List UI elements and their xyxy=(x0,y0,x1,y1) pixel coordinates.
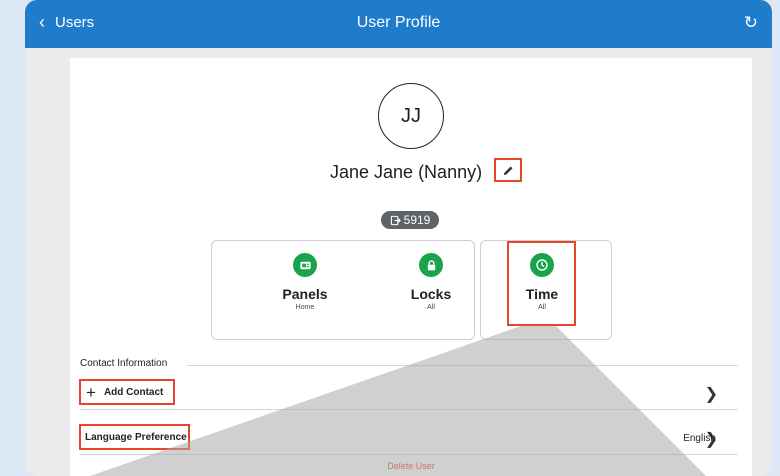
login-icon xyxy=(390,215,401,225)
tile-sublabel: Home xyxy=(295,304,315,311)
tile-panels[interactable]: Panels Home xyxy=(255,253,355,311)
lock-icon xyxy=(419,253,443,277)
avatar-initials: JJ xyxy=(401,104,421,127)
pin-badge: 5919 xyxy=(381,211,439,229)
time-tile-highlight xyxy=(507,241,576,326)
chevron-right-icon: ❯ xyxy=(704,386,718,403)
language-preference-label-box: Language Preference xyxy=(79,424,190,450)
tile-label: Panels xyxy=(282,286,328,302)
user-name: Jane Jane (Nanny) xyxy=(330,162,483,182)
plus-icon: + xyxy=(86,382,96,402)
badge-value: 5919 xyxy=(403,213,431,227)
refresh-icon[interactable]: ↻ xyxy=(744,13,758,33)
tile-locks[interactable]: Locks All xyxy=(381,253,481,311)
profile-card: JJ Jane Jane (Nanny) 5919 Panels Home Lo… xyxy=(70,58,752,476)
tile-sublabel: All xyxy=(427,304,435,311)
app-window: ‹ Users User Profile ↻ JJ Jane Jane (Nan… xyxy=(25,0,772,476)
navbar: ‹ Users User Profile ↻ xyxy=(25,0,772,48)
divider xyxy=(80,409,738,410)
pencil-icon xyxy=(503,165,513,175)
add-contact-row[interactable]: ❯ xyxy=(80,378,738,408)
add-contact-label: Add Contact xyxy=(103,386,164,398)
tile-label: Locks xyxy=(410,286,452,302)
section-title: Contact Information xyxy=(80,358,168,369)
delete-user-button[interactable]: Delete User xyxy=(70,461,752,471)
panel-icon xyxy=(293,253,317,277)
avatar: JJ xyxy=(378,83,444,149)
language-value: English xyxy=(683,433,716,444)
divider xyxy=(80,454,738,455)
add-contact-button[interactable]: + Add Contact xyxy=(79,379,175,405)
edit-name-button[interactable] xyxy=(494,158,522,182)
language-label: Language Preference xyxy=(85,431,187,443)
page-title: User Profile xyxy=(356,14,441,31)
divider xyxy=(187,365,738,366)
